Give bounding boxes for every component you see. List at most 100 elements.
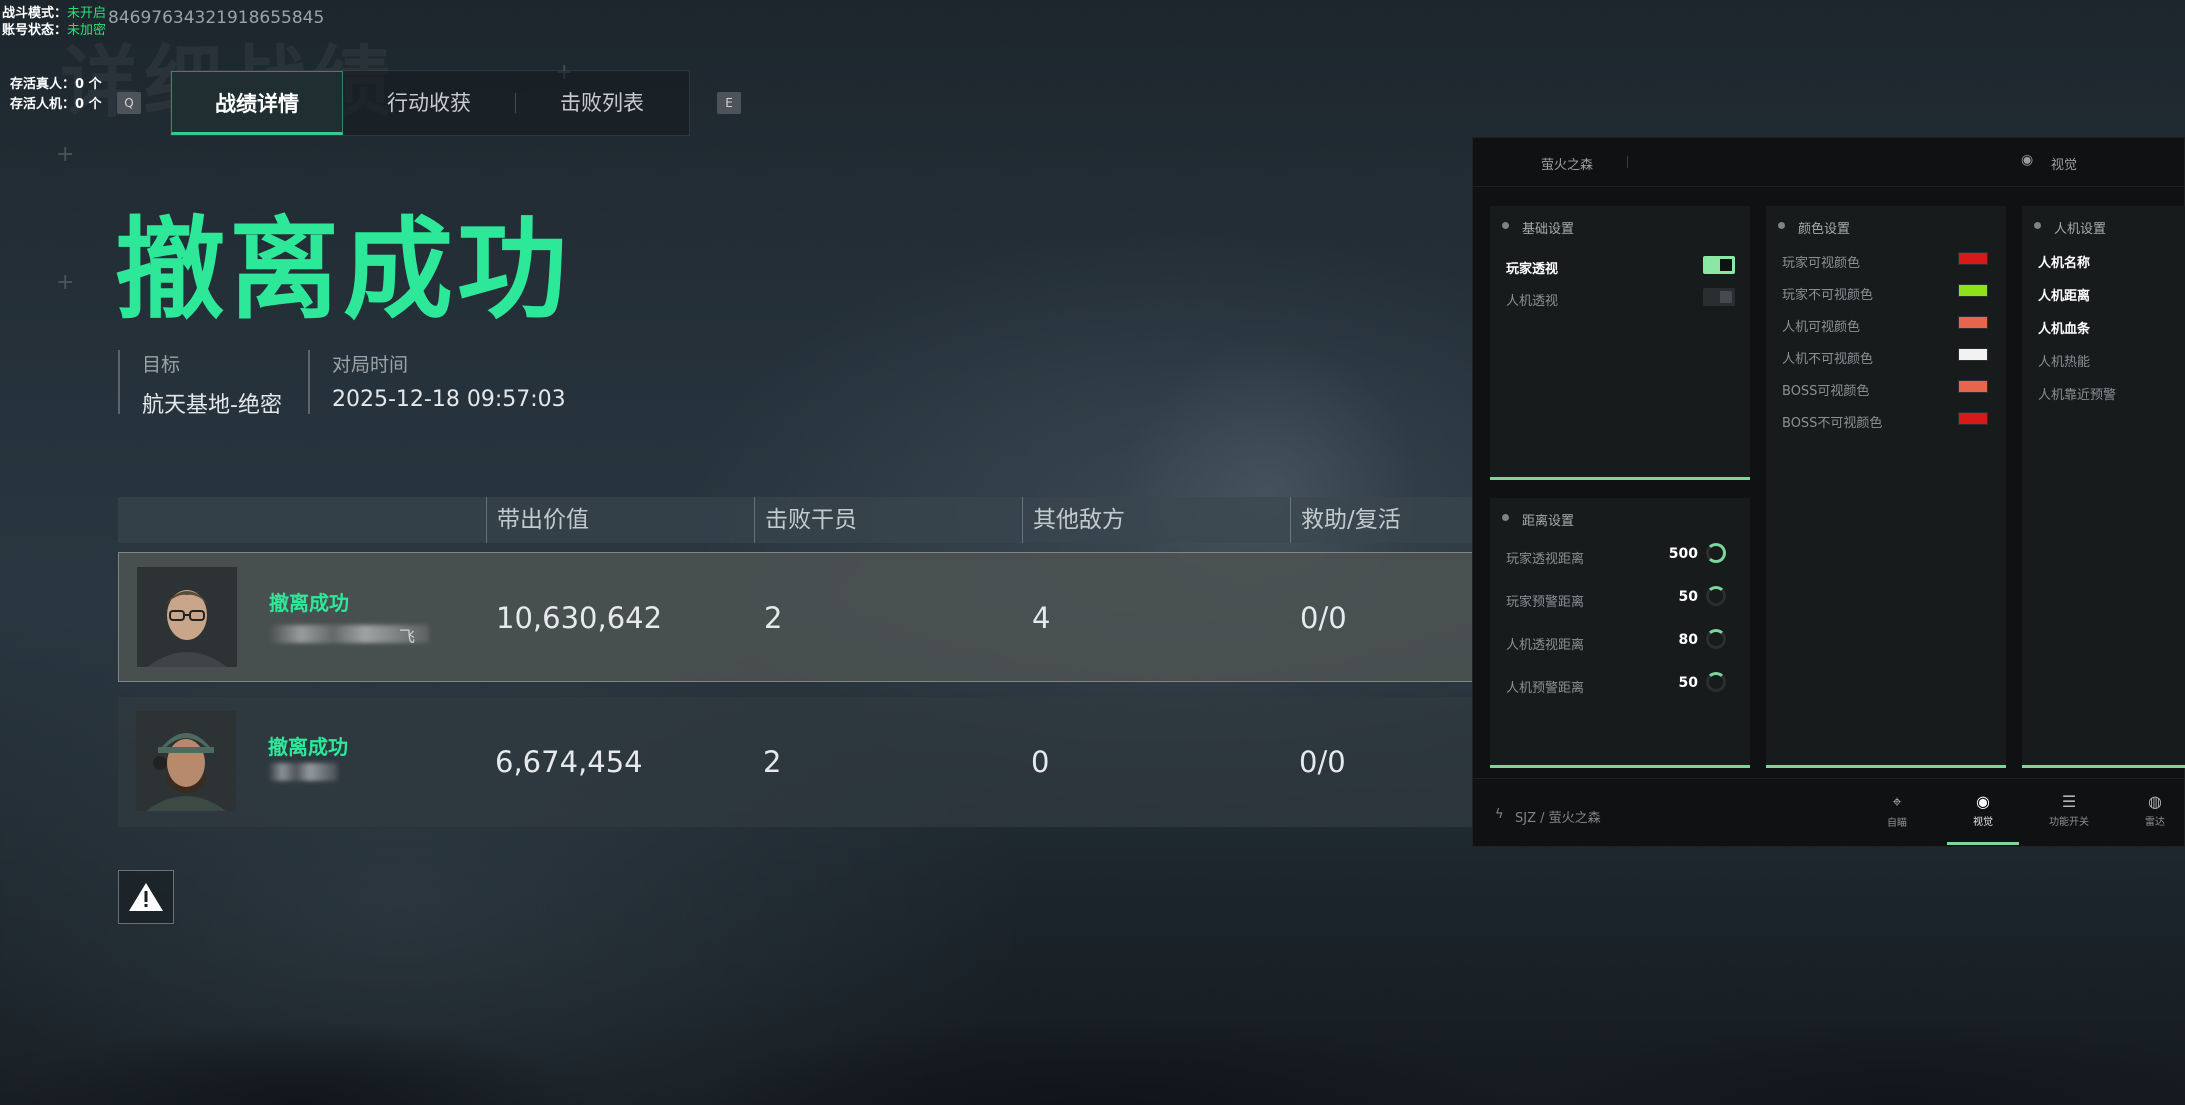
operator-kills: 2 bbox=[764, 601, 783, 635]
avatar bbox=[137, 567, 237, 667]
footer-path: SJZ / 萤火之森 bbox=[1515, 811, 1601, 826]
assist-revive: 0/0 bbox=[1299, 745, 1346, 779]
alive-bots: 存活人机：0 个 bbox=[10, 97, 102, 112]
table-row[interactable]: 撤离成功 飞 10,630,642 2 4 0/0 bbox=[118, 552, 1473, 682]
color-label: BOSS可视颜色 bbox=[1782, 384, 1870, 399]
distance-label: 玩家预警距离 bbox=[1506, 595, 1585, 610]
column-header-kills: 击败干员 bbox=[754, 497, 857, 543]
distance-settings-card: 距离设置 玩家透视距离 500 玩家预警距离 50 人机透视距离 80 人机预警… bbox=[1490, 498, 1750, 768]
bot-option[interactable]: 人机名称 bbox=[2038, 252, 2090, 271]
color-swatch[interactable] bbox=[1958, 316, 1988, 329]
extracted-value: 6,674,454 bbox=[495, 745, 643, 779]
nav-radar[interactable]: ◍ 雷达 bbox=[2125, 792, 2185, 828]
color-label: 玩家不可视颜色 bbox=[1782, 288, 1874, 303]
bot-option[interactable]: 人机靠近预警 bbox=[2038, 384, 2116, 403]
player-status: 撤离成功 bbox=[269, 591, 349, 615]
distance-value: 50 bbox=[1678, 675, 1698, 691]
panel-section-title: 视觉 bbox=[2051, 158, 2078, 173]
extraction-result-title: 撤离成功 bbox=[115, 206, 571, 334]
target-value: 航天基地-绝密 bbox=[142, 393, 282, 418]
color-swatch[interactable] bbox=[1958, 252, 1988, 265]
tab-bar: 战绩详情 行动收获 击败列表 bbox=[170, 70, 690, 136]
crosshair-icon: ⌖ bbox=[1892, 792, 1902, 811]
option-player-esp: 玩家透视 bbox=[1506, 262, 1559, 277]
target-label: 目标 bbox=[142, 354, 181, 376]
next-tab-key-hint[interactable]: E bbox=[717, 92, 741, 114]
player-name-redacted bbox=[268, 763, 338, 781]
distance-value: 80 bbox=[1678, 632, 1698, 648]
alive-players: 存活真人：0 个 bbox=[10, 77, 102, 92]
bot-esp-toggle[interactable] bbox=[1703, 288, 1735, 306]
extracted-value: 10,630,642 bbox=[496, 601, 663, 635]
bolt-icon: ϟ bbox=[1495, 807, 1504, 822]
assist-revive: 0/0 bbox=[1300, 601, 1347, 635]
color-label: 人机不可视颜色 bbox=[1782, 352, 1874, 367]
basic-settings-title: 基础设置 bbox=[1522, 222, 1575, 237]
card-accent-bar bbox=[1490, 765, 1750, 768]
color-swatch[interactable] bbox=[1958, 380, 1988, 393]
color-settings-card: 颜色设置 玩家可视颜色 玩家不可视颜色 人机可视颜色 人机不可视颜色 BOSS可… bbox=[1766, 206, 2006, 768]
player-esp-toggle[interactable] bbox=[1703, 256, 1735, 274]
basic-settings-card: 基础设置 玩家透视 人机透视 bbox=[1490, 206, 1750, 480]
distance-dial[interactable] bbox=[1706, 586, 1726, 606]
other-enemy-kills: 0 bbox=[1031, 745, 1050, 779]
background-hills bbox=[0, 805, 2185, 1105]
tab-defeat-list[interactable]: 击败列表 bbox=[516, 71, 688, 135]
match-time-info: 对局时间 2025-12-18 09:57:03 bbox=[308, 350, 566, 414]
section-dot-icon bbox=[2034, 222, 2041, 229]
other-enemy-kills: 4 bbox=[1032, 601, 1051, 635]
color-label: BOSS不可视颜色 bbox=[1782, 416, 1883, 431]
distance-settings-title: 距离设置 bbox=[1522, 514, 1575, 529]
player-status: 撤离成功 bbox=[268, 735, 348, 759]
nav-aim[interactable]: ⌖ 自瞄 bbox=[1867, 792, 1927, 829]
match-time-value: 2025-12-18 09:57:03 bbox=[332, 387, 566, 412]
panel-title: 萤火之森 bbox=[1541, 158, 1594, 173]
tab-battle-details[interactable]: 战绩详情 bbox=[171, 71, 343, 135]
section-dot-icon bbox=[1502, 222, 1509, 229]
bot-settings-card: 人机设置 人机名称 人机距离 人机血条 人机热能 人机靠近预警 bbox=[2022, 206, 2185, 768]
bot-option[interactable]: 人机血条 bbox=[2038, 318, 2090, 337]
distance-value: 50 bbox=[1678, 589, 1698, 605]
bot-option[interactable]: 人机距离 bbox=[2038, 285, 2090, 304]
distance-dial[interactable] bbox=[1706, 629, 1726, 649]
section-dot-icon bbox=[1502, 514, 1509, 521]
color-swatch[interactable] bbox=[1958, 412, 1988, 425]
eye-icon: ◉ bbox=[2021, 152, 2034, 168]
card-accent-bar bbox=[1766, 765, 2006, 768]
distance-label: 玩家透视距离 bbox=[1506, 552, 1585, 567]
tab-action-gains[interactable]: 行动收获 bbox=[343, 71, 515, 135]
distance-dial[interactable] bbox=[1706, 543, 1726, 563]
color-label: 人机可视颜色 bbox=[1782, 320, 1861, 335]
color-swatch[interactable] bbox=[1958, 348, 1988, 361]
crosshair-decoration-icon: + bbox=[56, 270, 75, 295]
color-settings-title: 颜色设置 bbox=[1798, 222, 1851, 237]
player-name-suffix: 飞 bbox=[399, 627, 416, 646]
report-warning-button[interactable] bbox=[118, 870, 174, 924]
distance-label: 人机预警距离 bbox=[1506, 681, 1585, 696]
column-header-assist: 救助/复活 bbox=[1290, 497, 1401, 543]
sliders-icon: ☰ bbox=[2061, 792, 2077, 811]
crosshair-decoration-icon: + bbox=[56, 142, 75, 167]
nav-visual[interactable]: ◉ 视觉 bbox=[1953, 792, 2013, 828]
distance-value: 500 bbox=[1668, 546, 1698, 562]
distance-dial[interactable] bbox=[1706, 672, 1726, 692]
section-dot-icon bbox=[1778, 222, 1785, 229]
column-header-other-enemies: 其他敌方 bbox=[1022, 497, 1125, 543]
active-nav-indicator bbox=[1947, 842, 2019, 845]
bot-option[interactable]: 人机热能 bbox=[2038, 351, 2090, 370]
account-status: 账号状态：未加密 bbox=[2, 23, 107, 38]
footer-divider bbox=[1473, 778, 2185, 779]
radar-icon: ◍ bbox=[2148, 792, 2162, 811]
match-time-label: 对局时间 bbox=[332, 354, 409, 376]
column-header-value: 带出价值 bbox=[486, 497, 589, 543]
id-number: 846976343219186558​45 bbox=[108, 8, 325, 28]
nav-feature-switch[interactable]: ☰ 功能开关 bbox=[2039, 792, 2099, 828]
color-swatch[interactable] bbox=[1958, 284, 1988, 297]
prev-tab-key-hint[interactable]: Q bbox=[117, 92, 141, 114]
table-row[interactable]: 撤离成功 6,674,454 2 0 0/0 bbox=[118, 697, 1473, 827]
eye-icon: ◉ bbox=[1976, 792, 1990, 811]
operator-kills: 2 bbox=[763, 745, 782, 779]
panel-header: 萤火之森 ◉ 视觉 bbox=[1473, 138, 2185, 187]
option-bot-esp: 人机透视 bbox=[1506, 294, 1559, 309]
avatar bbox=[136, 711, 236, 811]
